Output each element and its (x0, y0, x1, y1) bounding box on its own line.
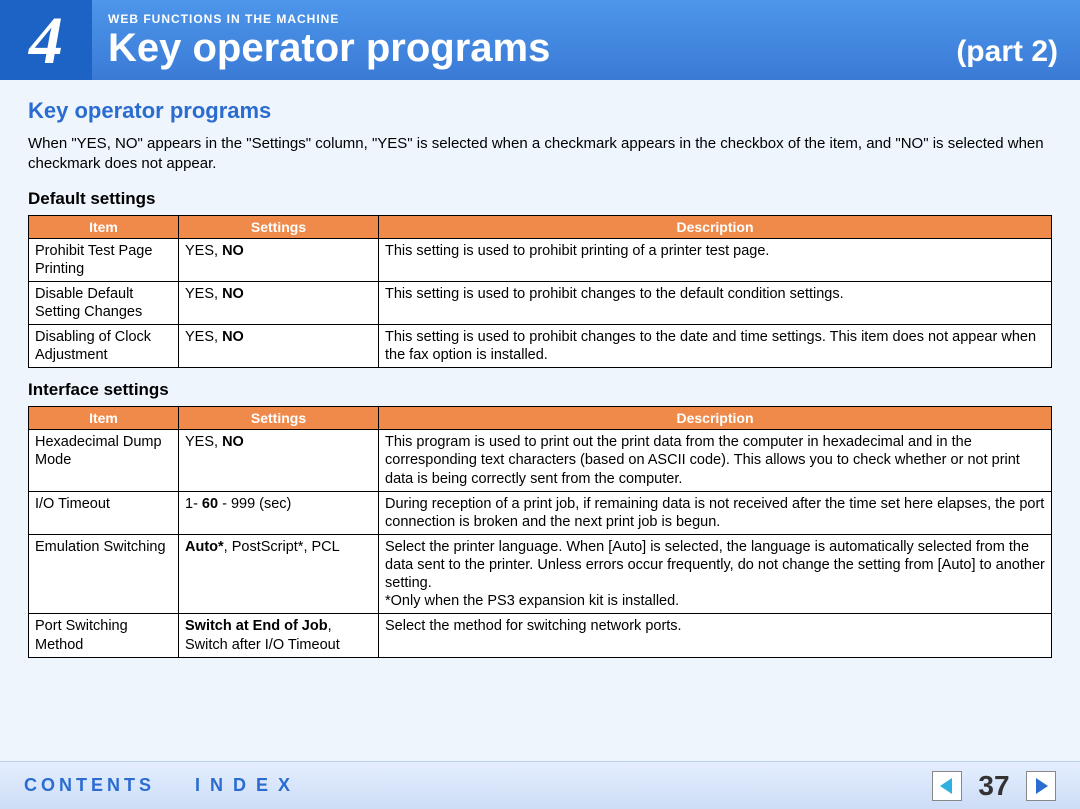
triangle-right-icon (1031, 776, 1051, 796)
cell-description: This setting is used to prohibit changes… (379, 325, 1052, 368)
table-row: Hexadecimal Dump ModeYES, NOThis program… (29, 430, 1052, 491)
default-settings-heading: Default settings (28, 189, 1052, 209)
th-description: Description (379, 215, 1052, 238)
default-settings-tbody: Prohibit Test Page PrintingYES, NOThis s… (29, 238, 1052, 368)
cell-settings: 1- 60 - 999 (sec) (179, 491, 379, 534)
cell-settings: YES, NO (179, 430, 379, 491)
page: 4 WEB FUNCTIONS IN THE MACHINE Key opera… (0, 0, 1080, 809)
th-item: Item (29, 407, 179, 430)
index-link[interactable]: INDEX (195, 775, 300, 796)
cell-description: During reception of a print job, if rema… (379, 491, 1052, 534)
cell-item: Emulation Switching (29, 534, 179, 614)
interface-settings-tbody: Hexadecimal Dump ModeYES, NOThis program… (29, 430, 1052, 657)
cell-item: Hexadecimal Dump Mode (29, 430, 179, 491)
th-settings: Settings (179, 215, 379, 238)
table-row: Disabling of Clock AdjustmentYES, NOThis… (29, 325, 1052, 368)
table-row: Port Switching MethodSwitch at End of Jo… (29, 614, 1052, 657)
interface-settings-heading: Interface settings (28, 380, 1052, 400)
cell-item: I/O Timeout (29, 491, 179, 534)
kicker: WEB FUNCTIONS IN THE MACHINE (108, 12, 1058, 26)
interface-settings-table: Item Settings Description Hexadecimal Du… (28, 406, 1052, 657)
prev-page-button[interactable] (932, 771, 962, 801)
part-label: (part 2) (956, 35, 1058, 69)
chapter-number: 4 (0, 0, 92, 80)
cell-description: This setting is used to prohibit changes… (379, 281, 1052, 324)
page-body: Key operator programs When "YES, NO" app… (0, 80, 1080, 680)
th-settings: Settings (179, 407, 379, 430)
cell-item: Disabling of Clock Adjustment (29, 325, 179, 368)
section-heading: Key operator programs (28, 98, 1052, 124)
cell-description: This setting is used to prohibit printin… (379, 238, 1052, 281)
cell-description: This program is used to print out the pr… (379, 430, 1052, 491)
footer-bar: CONTENTS INDEX 37 (0, 761, 1080, 809)
cell-item: Port Switching Method (29, 614, 179, 657)
chapter-banner: 4 WEB FUNCTIONS IN THE MACHINE Key opera… (0, 0, 1080, 80)
cell-settings: YES, NO (179, 238, 379, 281)
contents-link[interactable]: CONTENTS (24, 775, 155, 796)
cell-settings: YES, NO (179, 325, 379, 368)
th-description: Description (379, 407, 1052, 430)
cell-settings: Switch at End of Job, Switch after I/O T… (179, 614, 379, 657)
th-item: Item (29, 215, 179, 238)
cell-settings: YES, NO (179, 281, 379, 324)
cell-item: Disable Default Setting Changes (29, 281, 179, 324)
page-number: 37 (976, 770, 1012, 802)
triangle-left-icon (937, 776, 957, 796)
cell-description: Select the printer language. When [Auto]… (379, 534, 1052, 614)
chapter-title: Key operator programs (108, 26, 550, 71)
table-row: Emulation SwitchingAuto*, PostScript*, P… (29, 534, 1052, 614)
intro-text: When "YES, NO" appears in the "Settings"… (28, 134, 1052, 175)
cell-item: Prohibit Test Page Printing (29, 238, 179, 281)
table-row: Prohibit Test Page PrintingYES, NOThis s… (29, 238, 1052, 281)
table-row: I/O Timeout1- 60 - 999 (sec)During recep… (29, 491, 1052, 534)
banner-content: WEB FUNCTIONS IN THE MACHINE Key operato… (92, 0, 1080, 80)
cell-description: Select the method for switching network … (379, 614, 1052, 657)
next-page-button[interactable] (1026, 771, 1056, 801)
default-settings-table: Item Settings Description Prohibit Test … (28, 215, 1052, 369)
table-row: Disable Default Setting ChangesYES, NOTh… (29, 281, 1052, 324)
cell-settings: Auto*, PostScript*, PCL (179, 534, 379, 614)
